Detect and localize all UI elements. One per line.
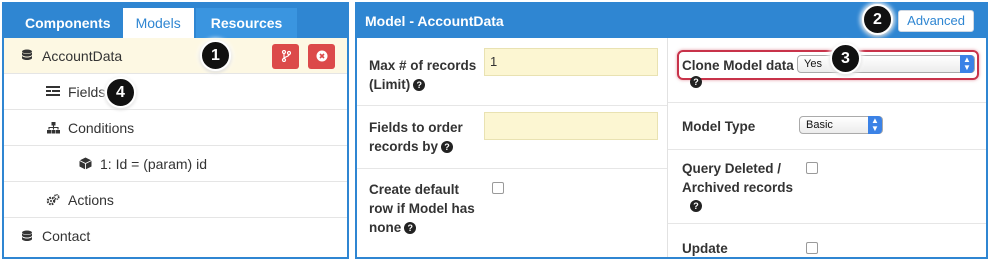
callout-4: 4	[105, 77, 136, 108]
tab-models[interactable]: Models	[122, 8, 194, 38]
database-icon	[20, 229, 34, 243]
tree-item-label: 1: Id = (param) id	[100, 155, 207, 172]
tree-item-label: Fields	[68, 83, 106, 100]
default-row-checkbox[interactable]	[492, 182, 504, 194]
database-icon	[20, 49, 34, 63]
model-tree: AccountData Fields Conditions 1: Id = (p…	[4, 38, 347, 257]
advanced-button[interactable]: Advanced	[898, 10, 974, 32]
row-divider	[357, 105, 667, 106]
sitemap-icon	[46, 121, 60, 135]
tab-bar: Components Models Resources	[4, 4, 347, 38]
select-arrows-icon: ▲ ▼	[960, 55, 974, 73]
tree-item-condition-1[interactable]: 1: Id = (param) id	[4, 146, 347, 182]
clone-model-label: Clone Model data	[682, 58, 794, 73]
tree-item-label: AccountData	[42, 47, 123, 64]
clone-model-select[interactable]: Yes ▲ ▼	[797, 55, 975, 73]
tree-item-label: Actions	[68, 191, 114, 208]
help-icon[interactable]: ?	[413, 79, 426, 92]
help-icon[interactable]: ?	[404, 222, 417, 235]
help-icon[interactable]: ?	[441, 141, 454, 154]
row-divider	[668, 223, 986, 224]
tab-resources[interactable]: Resources	[195, 8, 298, 38]
max-records-input[interactable]: 1	[484, 48, 658, 76]
callout-2: 2	[862, 4, 893, 35]
help-icon[interactable]: ?	[690, 76, 702, 88]
tree-item-label: Contact	[42, 228, 91, 244]
model-type-select[interactable]: Basic ▲ ▼	[799, 116, 883, 134]
panel-title: Model - AccountData	[365, 13, 504, 29]
query-deleted-label: Query Deleted / Archived records	[682, 161, 794, 195]
tree-item-contact[interactable]: Contact	[4, 218, 347, 254]
left-panel: Components Models Resources AccountData	[2, 2, 349, 259]
row-divider	[668, 149, 986, 150]
callout-3: 3	[830, 43, 861, 74]
default-row-label: Create default row if Model has none?	[369, 182, 475, 235]
row-divider	[668, 102, 986, 103]
help-icon[interactable]: ?	[690, 200, 702, 212]
update-label: Update	[682, 241, 728, 256]
max-records-label: Max # of records (Limit)?	[369, 58, 477, 92]
select-arrows-icon: ▲ ▼	[868, 116, 882, 134]
tree-item-label: Conditions	[68, 119, 135, 136]
model-type-label: Model Type	[682, 119, 756, 134]
tree-item-accountdata[interactable]: AccountData	[4, 38, 347, 74]
row-divider	[357, 168, 667, 169]
tree-item-actions[interactable]: Actions	[4, 182, 347, 218]
gears-icon	[46, 193, 60, 207]
tree-item-conditions[interactable]: Conditions	[4, 110, 347, 146]
fields-icon	[46, 85, 60, 99]
callout-1: 1	[200, 40, 231, 71]
update-checkbox[interactable]	[806, 242, 818, 254]
tree-item-fields[interactable]: Fields	[4, 74, 347, 110]
branch-button[interactable]	[272, 44, 299, 69]
delete-button[interactable]	[308, 44, 335, 69]
close-circle-icon	[316, 49, 328, 65]
order-records-input[interactable]	[484, 112, 658, 140]
query-deleted-checkbox[interactable]	[806, 162, 818, 174]
branch-icon	[281, 49, 291, 65]
cube-icon	[78, 157, 92, 171]
right-panel: Model - AccountData B Advanced Max # of …	[355, 2, 988, 259]
tab-components[interactable]: Components	[13, 8, 123, 38]
order-records-label: Fields to order records by?	[369, 120, 463, 154]
